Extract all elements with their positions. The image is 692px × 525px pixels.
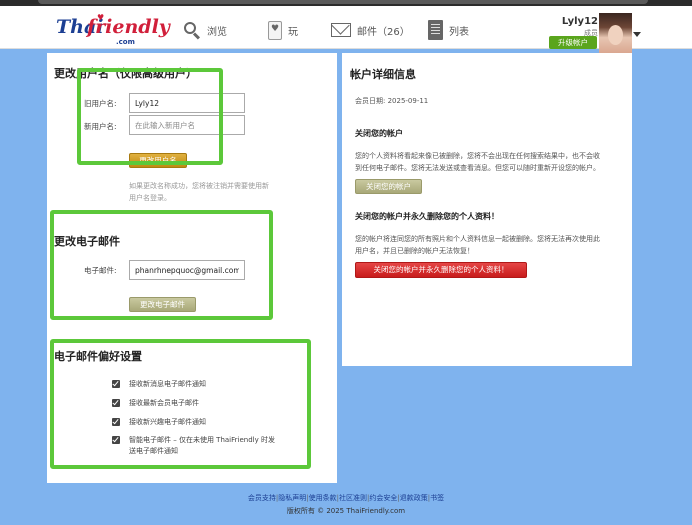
site-header: Thai ♥ friendly .com 浏览 玩 邮件（26） 列表 Lyly… (0, 6, 692, 54)
footer-link-refund[interactable]: 退款政策 (400, 494, 428, 502)
close-account-text-2: 到任何电子邮件。您将无法发送或查看消息。但您可以随时重新开设您的帐户。 (355, 164, 600, 172)
email-prefs-title: 电子邮件偏好设置 (54, 350, 142, 363)
pref-label-line-2: 送电子邮件通知 (129, 447, 178, 455)
checkbox-checked-icon[interactable] (112, 399, 120, 407)
search-icon (183, 21, 201, 40)
pref-row[interactable]: 接收新消息电子邮件通知 (112, 379, 206, 390)
nav-play[interactable]: 玩 (268, 19, 298, 41)
footer-copyright: 版权所有 © 2025 ThaiFriendly.com (286, 507, 406, 515)
close-account-button[interactable]: 关闭您的帐户 (355, 179, 422, 194)
logo-friendly: friendly (87, 16, 170, 38)
avatar[interactable] (599, 13, 632, 54)
pref-row[interactable]: 接收新兴趣电子邮件通知 (112, 417, 206, 428)
new-username-input[interactable] (129, 115, 245, 135)
checkbox-checked-icon[interactable] (112, 380, 120, 388)
nav-browse-label: 浏览 (207, 26, 227, 38)
delete-account-title: 关闭您的帐户并永久删除您的个人资料！ (355, 212, 499, 221)
mail-icon (331, 23, 351, 37)
member-since: 会员日期: 2025-09-11 (355, 97, 429, 105)
checkbox-checked-icon[interactable] (112, 436, 120, 444)
change-username-hint-1: 如果更改名称成功，您将被注销并需要使用新 (129, 182, 269, 190)
delete-account-text-1: 您的帐户将连同您的所有照片和个人资料信息一起被删除。您将无法再次使用此 (355, 235, 600, 243)
footer-links: 会员支持|隐私声明|使用条款|社区准则|约会安全|退款政策|书签 (247, 494, 445, 502)
change-email-button[interactable]: 更改电子邮件 (129, 297, 196, 312)
change-username-title: 更改用户名（仅限高级用户） (54, 67, 197, 80)
close-account-text-1: 您的个人资料将看起来像已被删除，您将不会出现在任何搜索结果中，也不会收 (355, 152, 600, 160)
nav-browse[interactable]: 浏览 (183, 19, 227, 41)
pref-label: 接收新消息电子邮件通知 (129, 380, 206, 388)
nav-mail[interactable]: 邮件（26） (331, 19, 410, 41)
delete-account-button[interactable]: 关闭您的帐户并永久删除您的个人资料！ (355, 262, 527, 278)
nav-mail-label: 邮件（26） (357, 26, 410, 38)
nav-list[interactable]: 列表 (428, 19, 469, 41)
footer-link-privacy[interactable]: 隐私声明 (278, 494, 306, 502)
close-account-title: 关闭您的帐户 (355, 129, 403, 138)
email-label: 电子邮件: (84, 266, 117, 275)
footer-link-bookmark[interactable]: 书签 (430, 494, 444, 502)
nav-play-label: 玩 (288, 26, 298, 38)
chevron-down-icon[interactable] (633, 32, 641, 37)
pref-label: 接收最新会员电子邮件 (129, 399, 199, 407)
checkbox-checked-icon[interactable] (112, 418, 120, 426)
email-input[interactable] (129, 260, 245, 280)
change-username-button[interactable]: 更改用户名 (129, 153, 187, 168)
change-email-title: 更改电子邮件 (54, 235, 120, 248)
pref-row[interactable]: 接收最新会员电子邮件 (112, 398, 199, 409)
change-username-hint-2: 用户名登录。 (129, 194, 171, 202)
new-username-label: 新用户名: (84, 122, 117, 131)
list-icon (428, 20, 443, 40)
old-username-input[interactable] (129, 93, 245, 113)
pref-label-line-1: 智能电子邮件 – 仅在未使用 ThaiFriendly 时发 (129, 436, 275, 444)
account-details-title: 帐户详细信息 (350, 68, 416, 81)
footer-link-safety[interactable]: 约会安全 (369, 494, 397, 502)
browser-tabstrip (38, 0, 648, 4)
pref-label: 智能电子邮件 – 仅在未使用 ThaiFriendly 时发 送电子邮件通知 (129, 435, 275, 457)
old-username-label: 旧用户名: (84, 99, 117, 108)
pref-label: 接收新兴趣电子邮件通知 (129, 418, 206, 426)
footer-link-guidelines[interactable]: 社区准则 (339, 494, 367, 502)
delete-account-text-2: 用户名，并且已删除的帐户无法恢复！ (355, 247, 474, 255)
pref-row[interactable]: 智能电子邮件 – 仅在未使用 ThaiFriendly 时发 送电子邮件通知 (112, 435, 275, 457)
site-logo[interactable]: Thai ♥ friendly .com (56, 14, 170, 47)
playing-card-icon (268, 20, 282, 40)
user-name[interactable]: Lyly12 (562, 16, 598, 27)
logo-com: .com (116, 38, 135, 46)
user-box: Lyly12 成员 升级帐户 (548, 14, 598, 52)
footer-link-support[interactable]: 会员支持 (248, 494, 276, 502)
upgrade-account-button[interactable]: 升级帐户 (549, 36, 597, 49)
nav-list-label: 列表 (449, 26, 469, 38)
footer-link-terms[interactable]: 使用条款 (309, 494, 337, 502)
